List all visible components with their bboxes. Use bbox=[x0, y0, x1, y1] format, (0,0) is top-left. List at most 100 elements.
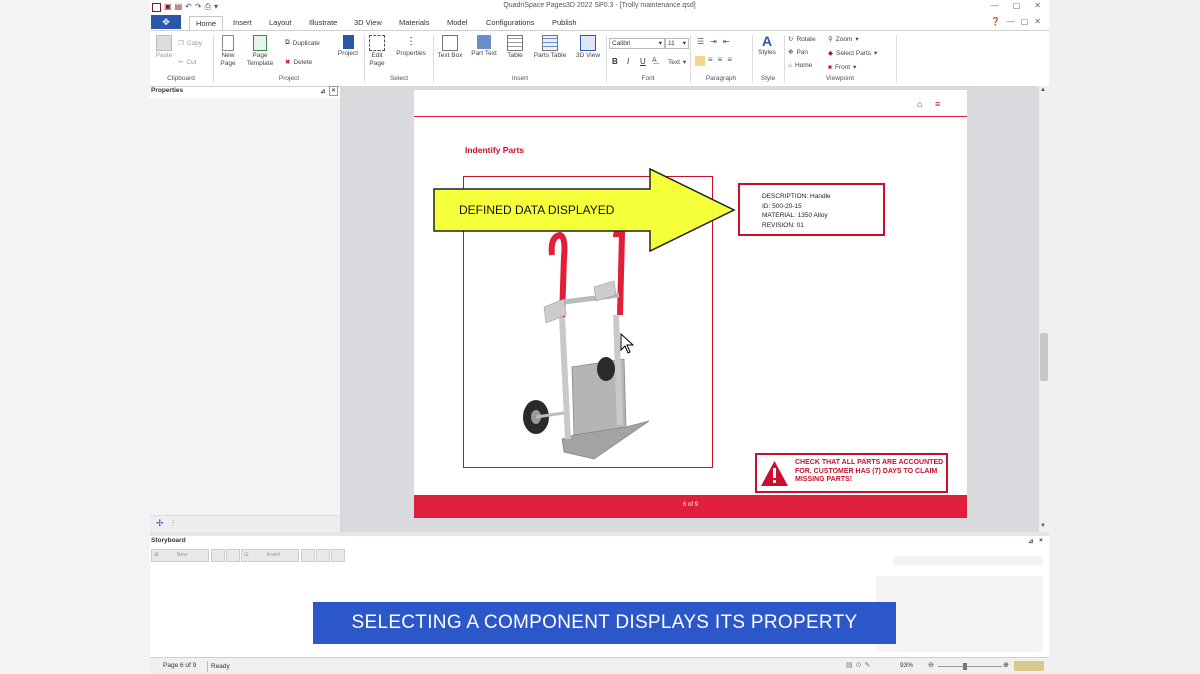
grid-small-icon[interactable] bbox=[301, 549, 315, 562]
chevron-down-icon: ▾ bbox=[874, 50, 878, 57]
font-size-select[interactable]: 11 ▾ bbox=[665, 38, 689, 49]
front-view-button[interactable]: ■ Front ▾ bbox=[828, 63, 856, 72]
font-size-value: 11 bbox=[668, 40, 675, 47]
chevron-down-icon: ▾ bbox=[855, 36, 859, 43]
callout-text: DEFINED DATA DISPLAYED bbox=[459, 203, 615, 217]
delete-button[interactable]: ✖ Delete bbox=[285, 58, 312, 67]
zoom-level[interactable]: 93% bbox=[900, 662, 913, 669]
edit-page-button[interactable]: Edit Page bbox=[366, 35, 388, 68]
menu-list-icon[interactable]: ≡ bbox=[935, 99, 940, 109]
properties-panel-title: Properties bbox=[151, 87, 184, 94]
styles-button[interactable]: A Styles bbox=[754, 34, 780, 57]
tab-home[interactable]: Home bbox=[189, 16, 224, 30]
minimize-icon[interactable]: — bbox=[991, 1, 999, 10]
home-view-button[interactable]: ⌂ Home bbox=[788, 62, 812, 69]
ribbon-minimize-icon[interactable]: — bbox=[1007, 17, 1015, 26]
duplicate-icon: ⧉ bbox=[285, 39, 290, 46]
text-label: Text bbox=[668, 58, 680, 66]
part-info-box[interactable]: DESCRIPTION: Handle ID: 500-20-15 MATERI… bbox=[738, 183, 885, 236]
properties-panel-body bbox=[150, 98, 340, 515]
bold-button[interactable]: B bbox=[612, 57, 618, 66]
warning-icon bbox=[761, 461, 788, 486]
tab-configurations[interactable]: Configurations bbox=[480, 16, 540, 29]
part-text-icon bbox=[477, 35, 491, 49]
panel-close-icon[interactable]: × bbox=[329, 86, 338, 96]
help-icon[interactable]: ❓ bbox=[991, 17, 1001, 26]
mouse-cursor-icon bbox=[620, 333, 634, 354]
paste-step-icon[interactable] bbox=[226, 549, 240, 562]
adjust-icon[interactable]: ⫶ bbox=[172, 518, 174, 529]
new-page-label: New Page bbox=[220, 52, 236, 67]
3d-view-button[interactable]: 3D View bbox=[573, 35, 603, 60]
new-step-button[interactable]: ⊞ New bbox=[151, 549, 209, 562]
zoom-label: Zoom bbox=[835, 35, 853, 43]
text-button[interactable]: Text ▾ bbox=[668, 58, 686, 67]
ribbon-close-icon[interactable]: ✕ bbox=[1034, 17, 1041, 26]
home-icon[interactable]: ⌂ bbox=[917, 99, 922, 109]
project-icon bbox=[342, 35, 354, 49]
part-text-button[interactable]: Part Text bbox=[468, 35, 500, 58]
storyboard-close-icon[interactable]: × bbox=[1039, 537, 1043, 544]
pan-button[interactable]: ✥ Pan bbox=[788, 48, 808, 57]
align-buttons[interactable]: ≡≡≡ bbox=[708, 55, 737, 64]
maximize-icon[interactable]: ▢ bbox=[1013, 1, 1021, 10]
scrollbar-thumb[interactable] bbox=[1040, 333, 1048, 381]
view-mode-icons[interactable]: ▤⊙✎ bbox=[846, 661, 873, 669]
ribbon-restore-icon[interactable]: ▢ bbox=[1021, 17, 1029, 26]
move-icon[interactable]: ✢ bbox=[156, 518, 164, 529]
tab-publish[interactable]: Publish bbox=[546, 16, 583, 29]
zoom-slider[interactable] bbox=[938, 666, 1002, 667]
zoom-in-icon[interactable]: ⊕ bbox=[1003, 661, 1009, 669]
pin-icon[interactable]: ⊿ bbox=[320, 87, 325, 95]
edit-page-icon bbox=[369, 35, 385, 51]
project-button[interactable]: Project bbox=[335, 35, 361, 58]
rotate-label: Rotate bbox=[796, 35, 816, 43]
list-buttons[interactable]: ☰⇥⇤ bbox=[697, 37, 736, 46]
italic-button[interactable]: I bbox=[627, 57, 629, 66]
storyboard-title: Storyboard bbox=[151, 537, 186, 544]
page-template-icon bbox=[253, 35, 267, 51]
text-color-icon[interactable]: A͟ bbox=[652, 57, 657, 64]
front-view-icon: ■ bbox=[828, 63, 832, 71]
zoom-button[interactable]: ⚲ Zoom ▾ bbox=[828, 35, 859, 44]
insert-icon: ⊟ bbox=[244, 552, 249, 558]
copy-step-icon[interactable] bbox=[211, 549, 225, 562]
table-button[interactable]: Table bbox=[504, 35, 526, 60]
parts-table-button[interactable]: Parts Table bbox=[530, 35, 570, 60]
duplicate-button[interactable]: ⧉ Duplicate bbox=[285, 39, 320, 47]
tab-illustrate[interactable]: Illustrate bbox=[303, 16, 343, 29]
new-page-button[interactable]: New Page bbox=[216, 35, 240, 68]
zoom-out-icon[interactable]: ⊖ bbox=[928, 661, 934, 669]
rotate-button[interactable]: ↻ Rotate bbox=[788, 35, 816, 44]
cut-button[interactable]: ✂ Cut bbox=[178, 58, 197, 67]
scroll-up-icon[interactable]: ▲ bbox=[1040, 87, 1046, 93]
underline-button[interactable]: U bbox=[640, 57, 646, 66]
font-name-select[interactable]: Calibri ▾ bbox=[609, 38, 665, 49]
grid-large-icon[interactable] bbox=[316, 549, 330, 562]
pin-icon[interactable]: ⊿ bbox=[1028, 537, 1033, 545]
page-template-button[interactable]: Page Template bbox=[243, 35, 277, 68]
insert-step-button[interactable]: ⊟ Insert bbox=[241, 549, 299, 562]
fit-page-icon[interactable] bbox=[1014, 661, 1044, 671]
select-parts-button[interactable]: ◆ Select Parts ▾ bbox=[828, 49, 878, 58]
tab-materials[interactable]: Materials bbox=[393, 16, 435, 29]
layout-icon[interactable] bbox=[331, 549, 345, 562]
properties-button[interactable]: ⫶ Properties bbox=[393, 35, 429, 58]
status-state: Ready bbox=[211, 663, 230, 670]
tab-insert[interactable]: Insert bbox=[227, 16, 258, 29]
scroll-down-icon[interactable]: ▼ bbox=[1040, 523, 1046, 529]
file-menu-button[interactable]: ✥ bbox=[151, 15, 181, 29]
tab-model[interactable]: Model bbox=[441, 16, 473, 29]
canvas-scrollbar[interactable] bbox=[1039, 86, 1049, 532]
text-box-button[interactable]: Text Box bbox=[435, 35, 465, 60]
paste-button[interactable]: Paste bbox=[153, 35, 175, 60]
3d-view-label: 3D View bbox=[575, 52, 601, 59]
storyboard-splitter[interactable] bbox=[150, 532, 1049, 536]
tab-layout[interactable]: Layout bbox=[263, 16, 298, 29]
copy-button[interactable]: ❐ Copy bbox=[178, 39, 202, 48]
tab-3d-view[interactable]: 3D View bbox=[348, 16, 388, 29]
zoom-slider-thumb[interactable] bbox=[963, 663, 967, 670]
align-left-button[interactable] bbox=[695, 56, 705, 66]
pan-icon: ✥ bbox=[788, 49, 794, 56]
close-icon[interactable]: ✕ bbox=[1034, 1, 1041, 10]
